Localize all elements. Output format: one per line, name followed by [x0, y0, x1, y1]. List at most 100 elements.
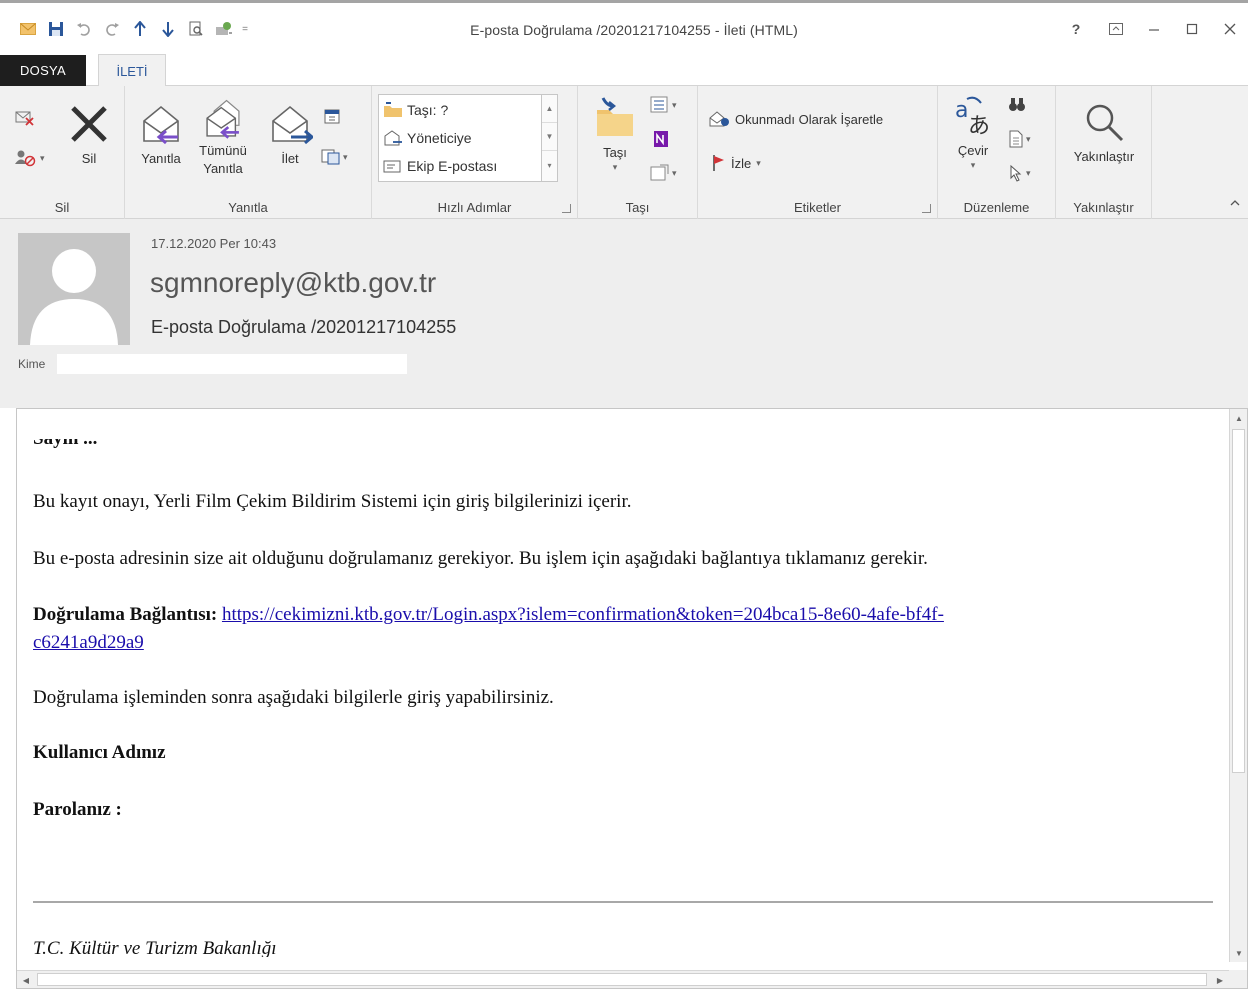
delete-x-icon	[66, 100, 112, 148]
more-respond-icon	[321, 149, 340, 165]
message-sender[interactable]: sgmnoreply@ktb.gov.tr	[150, 267, 436, 299]
group-label-tags: Etiketler	[794, 200, 841, 215]
quick-step-move-label: Taşı: ?	[407, 102, 449, 118]
mark-unread-label: Okunmadı Olarak İşaretle	[735, 111, 884, 127]
to-recipients[interactable]	[57, 354, 407, 374]
chevron-down-icon: ▾	[672, 99, 677, 110]
team-email-icon	[383, 160, 401, 173]
binoculars-icon	[1009, 98, 1025, 111]
actions-button[interactable]: ▾	[650, 164, 677, 182]
scroll-up-icon[interactable]: ▲	[542, 95, 557, 123]
actions-icon	[650, 164, 669, 181]
onenote-button[interactable]	[652, 130, 672, 151]
horizontal-scroll-thumb[interactable]	[37, 973, 1207, 986]
chevron-down-icon: ▾	[1026, 133, 1031, 144]
rules-button[interactable]: ▾	[650, 96, 677, 114]
scrollbar-corner	[1229, 970, 1247, 988]
move-button[interactable]: Taşı ▾	[592, 94, 638, 172]
ribbon-display-options-button[interactable]	[1098, 15, 1134, 43]
rules-list-icon	[650, 96, 668, 113]
reply-all-label-1: Tümünü	[199, 143, 247, 158]
quick-step-move[interactable]: Taşı: ?	[383, 98, 448, 122]
maximize-icon	[1186, 23, 1198, 35]
flag-icon	[713, 155, 724, 171]
tab-file[interactable]: DOSYA	[0, 55, 86, 86]
magnifier-icon	[1081, 98, 1127, 146]
forward-icon	[267, 100, 313, 148]
body-line-1: Bu kayıt onayı, Yerli Film Çekim Bildiri…	[33, 491, 632, 512]
follow-up-label: İzle	[731, 155, 752, 171]
translate-button[interactable]: aあ Çevir ▾	[948, 92, 998, 170]
message-body: Sayın ... Bu kayıt onayı, Yerli Film Çek…	[16, 408, 1248, 989]
gallery-more-icon[interactable]: ▾	[542, 151, 557, 179]
junk-button[interactable]: ▾	[14, 148, 45, 168]
ribbon-group-move: Taşı ▾ ▾ ▾ Taşı	[578, 86, 698, 219]
tab-message[interactable]: İLETİ	[98, 54, 166, 87]
group-label-zoom: Yakınlaştır	[1073, 200, 1134, 215]
ribbon-tabs: DOSYA İLETİ	[0, 52, 1248, 87]
verification-link-tail[interactable]: c6241a9d29a9	[33, 632, 144, 653]
group-label-quick-steps: Hızlı Adımlar	[437, 200, 512, 215]
quick-step-team-email-label: Ekip E-postası	[407, 158, 498, 174]
maximize-button[interactable]	[1174, 15, 1210, 43]
reply-button[interactable]: Yanıtla	[133, 100, 189, 168]
mark-unread-button[interactable]: Okunmadı Olarak İşaretle	[708, 108, 883, 130]
delete-button[interactable]: Sil	[60, 100, 118, 168]
vertical-scrollbar[interactable]: ▲ ▼	[1229, 409, 1247, 962]
onenote-icon	[654, 131, 668, 147]
avatar[interactable]	[18, 233, 130, 345]
vertical-scroll-thumb[interactable]	[1232, 429, 1245, 773]
verification-link-row-2: c6241a9d29a9	[33, 631, 144, 655]
ribbon-group-respond: Yanıtla Tümünü Yanıtla İlet ▾ Yanıtla	[125, 86, 372, 219]
dialog-launcher-icon[interactable]	[922, 204, 931, 213]
help-button[interactable]: ?	[1058, 15, 1094, 43]
zoom-label: Yakınlaştır	[1073, 149, 1135, 164]
reply-all-button[interactable]: Tümünü Yanıtla	[187, 92, 259, 178]
reply-all-icon	[200, 92, 246, 148]
envelope-forward-icon	[384, 130, 402, 146]
dialog-launcher-icon[interactable]	[562, 204, 571, 213]
follow-up-button[interactable]: İzle ▾	[712, 152, 761, 174]
find-button[interactable]	[1008, 96, 1026, 115]
group-label-delete: Sil	[54, 200, 70, 215]
select-button[interactable]: ▾	[1008, 164, 1031, 182]
close-button[interactable]	[1212, 15, 1248, 43]
ribbon: ▾ Sil Sil Yanıtla Tümünü Yanıtla İlet ▾ …	[0, 86, 1248, 219]
chevron-down-icon: ▾	[672, 167, 677, 178]
verification-link-label: Doğrulama Bağlantısı:	[33, 604, 218, 625]
ignore-button[interactable]	[14, 108, 36, 131]
more-respond-button[interactable]: ▾	[321, 148, 348, 166]
username-label: Kullanıcı Adınız	[33, 742, 166, 763]
mark-unread-icon	[709, 111, 729, 127]
group-label-move: Taşı	[625, 200, 650, 215]
zoom-button[interactable]: Yakınlaştır	[1062, 98, 1146, 166]
meeting-icon	[324, 109, 340, 124]
scroll-up-icon[interactable]: ▲	[1230, 409, 1247, 427]
translate-icon: aあ	[950, 92, 996, 140]
forward-label: İlet	[281, 151, 299, 166]
horizontal-scrollbar[interactable]: ◀ ▶	[17, 970, 1229, 988]
ribbon-display-icon	[1109, 23, 1123, 35]
minimize-button[interactable]	[1136, 15, 1172, 43]
scroll-right-icon[interactable]: ▶	[1211, 971, 1229, 988]
quick-steps-gallery: Taşı: ? Yöneticiye Ekip E-postası ▲ ▼ ▾	[378, 94, 558, 182]
collapse-ribbon-icon[interactable]	[1230, 198, 1240, 210]
divider	[33, 901, 1213, 903]
quick-steps-scroll[interactable]: ▲ ▼ ▾	[541, 95, 557, 181]
cursor-icon	[1010, 164, 1022, 182]
move-folder-icon	[592, 94, 638, 142]
ignore-icon	[15, 111, 34, 126]
forward-button[interactable]: İlet	[265, 100, 315, 168]
greeting-cut: Sayın ...	[33, 439, 97, 453]
ribbon-group-quick-steps: Taşı: ? Yöneticiye Ekip E-postası ▲ ▼ ▾ …	[372, 86, 578, 219]
scroll-left-icon[interactable]: ◀	[17, 971, 35, 988]
meeting-button[interactable]	[323, 108, 343, 129]
related-button[interactable]: ▾	[1008, 130, 1031, 148]
scroll-down-icon[interactable]: ▼	[1230, 944, 1247, 962]
quick-step-manager[interactable]: Yöneticiye	[383, 126, 472, 150]
svg-text:a: a	[955, 98, 968, 123]
scroll-down-icon[interactable]: ▼	[542, 123, 557, 151]
quick-step-team-email[interactable]: Ekip E-postası	[383, 154, 497, 178]
verification-link[interactable]: https://cekimizni.ktb.gov.tr/Login.aspx?…	[222, 604, 944, 625]
message-date: 17.12.2020 Per 10:43	[151, 236, 277, 251]
